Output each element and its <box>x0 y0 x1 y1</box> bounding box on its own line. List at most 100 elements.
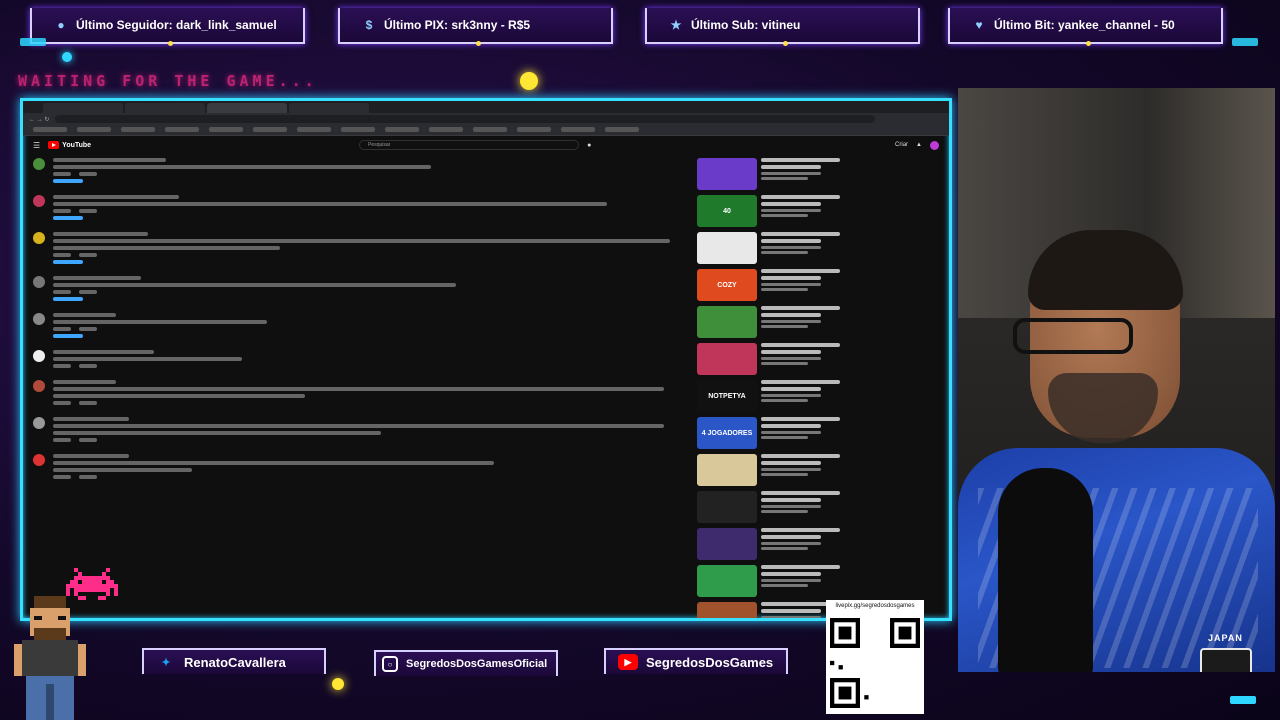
video-meta <box>761 528 847 560</box>
glasses <box>1013 318 1133 354</box>
video-thumbnail[interactable]: 4 JOGADORES <box>697 417 757 449</box>
related-video[interactable] <box>697 158 847 190</box>
related-video[interactable] <box>697 528 847 560</box>
crest <box>1200 648 1252 672</box>
reply-button[interactable] <box>79 209 97 213</box>
bookmark[interactable] <box>77 127 111 132</box>
decor-tab <box>1230 696 1256 704</box>
reply-button[interactable] <box>79 253 97 257</box>
bookmark[interactable] <box>165 127 199 132</box>
related-video[interactable] <box>697 306 847 338</box>
like-button[interactable] <box>53 327 71 331</box>
like-button[interactable] <box>53 253 71 257</box>
bookmark[interactable] <box>605 127 639 132</box>
video-thumbnail[interactable] <box>697 565 757 597</box>
reply-button[interactable] <box>79 327 97 331</box>
comment <box>33 313 683 338</box>
youtube-logo[interactable]: YouTube <box>48 141 91 149</box>
video-thumbnail[interactable] <box>697 343 757 375</box>
related-video[interactable] <box>697 565 847 597</box>
video-thumbnail[interactable] <box>697 602 757 618</box>
related-video[interactable] <box>697 602 847 618</box>
bookmark[interactable] <box>385 127 419 132</box>
bookmark[interactable] <box>561 127 595 132</box>
related-video[interactable] <box>697 232 847 264</box>
alert-latest-pix: $ Último PIX: srk3nny - R$5 <box>338 8 613 46</box>
search-input[interactable]: Pesquisar <box>359 140 580 150</box>
video-thumbnail[interactable] <box>697 491 757 523</box>
create-button[interactable]: Criar <box>895 142 908 148</box>
bookmark[interactable] <box>517 127 551 132</box>
related-video[interactable] <box>697 343 847 375</box>
replies-toggle[interactable] <box>53 179 83 183</box>
reply-button[interactable] <box>79 438 97 442</box>
star-icon: ★ <box>670 18 682 32</box>
youtube-watch-page: 40 COZY NOTPETYA 4 JOGADORES <box>23 154 949 618</box>
browser-tab[interactable] <box>289 103 369 113</box>
bookmark[interactable] <box>121 127 155 132</box>
bookmark[interactable] <box>33 127 67 132</box>
bookmark[interactable] <box>429 127 463 132</box>
comment <box>33 158 683 183</box>
comment <box>33 454 683 479</box>
nav-arrows-icon[interactable]: ← → ↻ <box>29 116 49 123</box>
like-button[interactable] <box>53 172 71 176</box>
reply-button[interactable] <box>79 290 97 294</box>
replies-toggle[interactable] <box>53 334 83 338</box>
video-thumbnail[interactable] <box>697 528 757 560</box>
video-thumbnail[interactable] <box>697 306 757 338</box>
video-thumbnail[interactable] <box>697 454 757 486</box>
avatar[interactable] <box>930 140 939 150</box>
youtube-play-icon <box>48 141 60 149</box>
bookmark[interactable] <box>341 127 375 132</box>
avatar <box>33 232 45 244</box>
decor-sun <box>332 678 344 690</box>
user-icon: ● <box>57 18 65 32</box>
like-button[interactable] <box>53 438 71 442</box>
screen-capture: ← → ↻ ☰ YouTube Pesquisar ● Criar ▲ 40 C… <box>20 98 952 621</box>
reply-button[interactable] <box>79 364 97 368</box>
video-thumbnail[interactable]: NOTPETYA <box>697 380 757 412</box>
like-button[interactable] <box>53 209 71 213</box>
video-thumbnail[interactable]: COZY <box>697 269 757 301</box>
reply-button[interactable] <box>79 172 97 176</box>
video-thumbnail[interactable]: 40 <box>697 195 757 227</box>
video-thumbnail[interactable] <box>697 232 757 264</box>
like-button[interactable] <box>53 401 71 405</box>
browser-tab[interactable] <box>43 103 123 113</box>
menu-icon[interactable]: ☰ <box>33 141 40 150</box>
qr-label: livepix.gg/segredosdosgames <box>835 603 915 609</box>
youtube-icon: ▶ <box>618 654 638 670</box>
avatar <box>33 350 45 362</box>
bell-icon[interactable]: ▲ <box>916 142 922 148</box>
video-thumbnail[interactable] <box>697 158 757 190</box>
twitter-icon: ✦ <box>161 656 171 669</box>
like-button[interactable] <box>53 475 71 479</box>
decor-tab <box>20 38 46 46</box>
like-button[interactable] <box>53 290 71 294</box>
bookmark[interactable] <box>209 127 243 132</box>
related-video[interactable]: COZY <box>697 269 847 301</box>
related-video[interactable]: 40 <box>697 195 847 227</box>
related-video[interactable]: NOTPETYA <box>697 380 847 412</box>
reply-button[interactable] <box>79 475 97 479</box>
reply-button[interactable] <box>79 401 97 405</box>
browser-tab[interactable] <box>125 103 205 113</box>
replies-toggle[interactable] <box>53 260 83 264</box>
bookmark[interactable] <box>253 127 287 132</box>
replies-toggle[interactable] <box>53 216 83 220</box>
avatar <box>33 454 45 466</box>
bookmark[interactable] <box>473 127 507 132</box>
browser-tab-active[interactable] <box>207 103 287 113</box>
related-video[interactable]: 4 JOGADORES <box>697 417 847 449</box>
replies-toggle[interactable] <box>53 297 83 301</box>
comment <box>33 232 683 264</box>
mic-icon[interactable]: ● <box>587 142 591 149</box>
url-field[interactable] <box>55 115 876 123</box>
video-meta <box>761 195 847 227</box>
related-video[interactable] <box>697 491 847 523</box>
related-video[interactable] <box>697 454 847 486</box>
video-meta <box>761 380 847 412</box>
bookmark[interactable] <box>297 127 331 132</box>
like-button[interactable] <box>53 364 71 368</box>
